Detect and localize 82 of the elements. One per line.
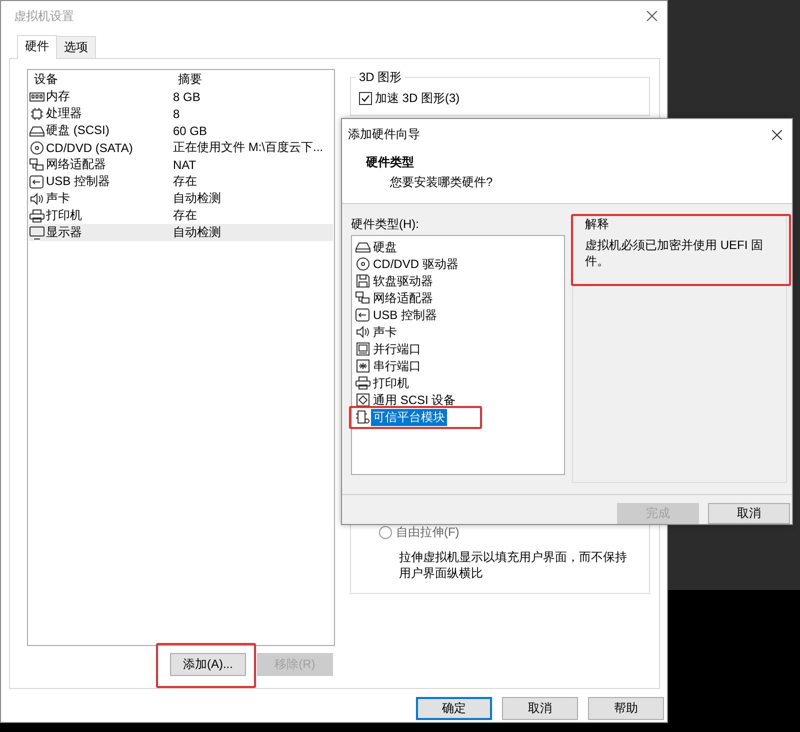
device-summary: 60 GB (172, 124, 208, 138)
close-icon[interactable] (772, 130, 782, 140)
monitor-icon (29, 226, 45, 240)
device-summary: 自动检测 (172, 190, 221, 207)
device-row[interactable]: 网络适配器 NAT (29, 156, 333, 173)
device-row[interactable]: 显示器 自动检测 (29, 224, 333, 241)
list-label: 硬件类型(H): (351, 216, 420, 233)
device-name: 网络适配器 (46, 156, 106, 173)
port-icon (355, 359, 371, 374)
window-title: 虚拟机设置 (14, 8, 74, 24)
device-row[interactable]: 内存 8 GB (29, 88, 333, 105)
checkbox[interactable] (358, 92, 372, 105)
tab[interactable]: 选项 (56, 36, 96, 58)
description-text: 拉伸虚拟机显示以填充用户界面，而不保持用户界面纵横比 (398, 549, 628, 581)
hardware-item[interactable]: 并行端口 (371, 340, 423, 358)
device-summary: 存在 (172, 173, 197, 190)
chip-icon (355, 410, 371, 424)
device-row[interactable]: 硬盘 (SCSI) 60 GB (29, 122, 333, 139)
disc-icon (355, 257, 371, 272)
device-row[interactable]: CD/DVD (SATA) 正在使用文件 M:\百度云下... (29, 139, 333, 156)
network-icon (355, 291, 371, 306)
device-row[interactable]: 声卡 自动检测 (29, 190, 333, 207)
memory-chip-icon (29, 90, 45, 104)
cancel-button[interactable]: 取消 (502, 697, 578, 720)
device-summary: 自动检测 (172, 224, 221, 241)
printer-icon (355, 376, 371, 390)
panel-title: 解释 (584, 216, 610, 233)
device-name: 声卡 (46, 190, 70, 207)
hardware-item[interactable]: 串行端口 (371, 358, 423, 375)
device-name: 显示器 (46, 224, 82, 241)
device-name: 内存 (46, 88, 70, 105)
section-heading: 硬件类型 (366, 154, 415, 171)
port-icon (355, 342, 371, 356)
device-summary: 存在 (172, 207, 197, 224)
hardware-item[interactable]: 可信平台模块 (371, 408, 447, 426)
device-name: USB 控制器 (46, 173, 110, 190)
device-summary: NAT (172, 158, 196, 172)
device-row[interactable]: USB 控制器 存在 (29, 173, 333, 190)
close-icon[interactable] (647, 11, 657, 21)
dialog-title: 添加硬件向导 (348, 126, 420, 143)
hardware-item[interactable]: 网络适配器 (371, 290, 435, 307)
device-name: 硬盘 (SCSI) (46, 122, 110, 139)
checkbox-label: 加速 3D 图形(3) (374, 90, 460, 107)
chip-icon (29, 106, 45, 120)
device-name: 打印机 (46, 207, 82, 224)
ok-button[interactable]: 确定 (416, 697, 492, 720)
group-title: 3D 图形 (358, 69, 403, 86)
cancel-button[interactable]: 取消 (708, 503, 790, 524)
disc-icon (29, 140, 45, 154)
network-icon (29, 158, 45, 172)
usb-icon (355, 308, 371, 322)
add-button[interactable]: 添加(A)... (170, 653, 246, 676)
speaker-icon (29, 192, 45, 206)
device-name: CD/DVD (SATA) (46, 140, 133, 154)
explanation-text: 虚拟机必须已加密并使用 UEFI 固件。 (585, 236, 764, 269)
help-button[interactable]: 帮助 (588, 697, 664, 720)
column-header: 摘要 (177, 71, 202, 88)
speaker-icon (355, 325, 371, 340)
radio-button[interactable] (378, 526, 392, 539)
hardware-item[interactable]: 声卡 (371, 324, 399, 341)
floppy-icon (355, 274, 371, 288)
hardware-item[interactable]: 硬盘 (371, 238, 399, 256)
section-subheading: 您要安装哪类硬件? (390, 174, 494, 191)
hardware-item[interactable]: CD/DVD 驱动器 (371, 256, 460, 273)
drive-icon (355, 240, 371, 254)
tab[interactable]: 硬件 (17, 35, 57, 59)
hardware-item[interactable]: 软盘驱动器 (371, 272, 435, 290)
radio-label: 自由拉伸(F) (396, 524, 460, 541)
drive-icon (29, 124, 45, 138)
diamond-icon (355, 393, 371, 408)
device-row[interactable]: 处理器 8 (29, 105, 333, 122)
hardware-item[interactable]: USB 控制器 (371, 306, 440, 324)
device-row[interactable]: 打印机 存在 (29, 207, 333, 224)
device-summary: 8 GB (172, 90, 200, 104)
column-header: 设备 (33, 71, 59, 88)
hardware-item[interactable]: 通用 SCSI 设备 (371, 392, 458, 409)
hardware-item[interactable]: 打印机 (371, 374, 411, 392)
device-summary: 正在使用文件 M:\百度云下... (172, 139, 323, 156)
printer-icon (29, 208, 45, 222)
device-name: 处理器 (46, 105, 82, 122)
usb-icon (29, 174, 45, 188)
device-summary: 8 (172, 106, 180, 120)
